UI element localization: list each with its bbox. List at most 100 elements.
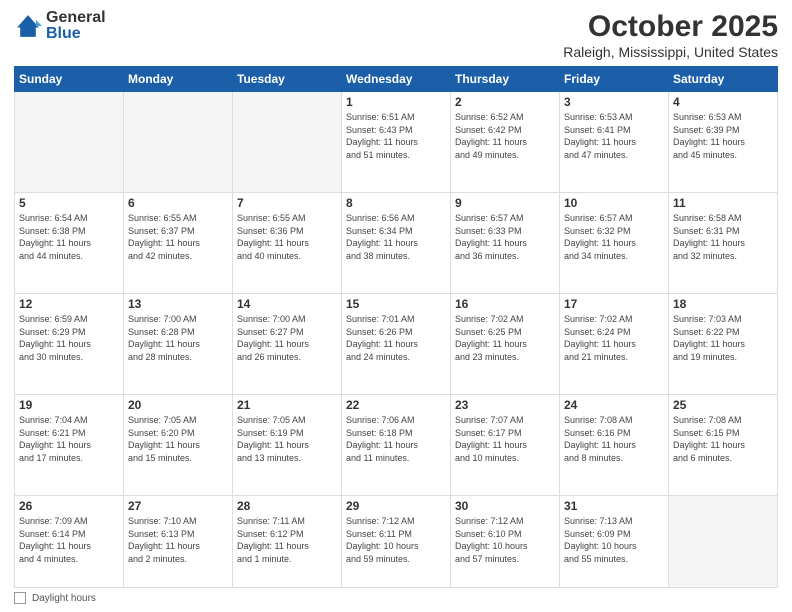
cell-8: 8 Sunrise: 6:56 AMSunset: 6:34 PMDayligh… — [342, 193, 451, 294]
cell-7: 7 Sunrise: 6:55 AMSunset: 6:36 PMDayligh… — [233, 193, 342, 294]
day-num-7: 7 — [237, 196, 337, 210]
day-num-14: 14 — [237, 297, 337, 311]
day-info-21: Sunrise: 7:05 AMSunset: 6:19 PMDaylight:… — [237, 415, 309, 463]
day-info-20: Sunrise: 7:05 AMSunset: 6:20 PMDaylight:… — [128, 415, 200, 463]
cell-17: 17 Sunrise: 7:02 AMSunset: 6:24 PMDaylig… — [560, 294, 669, 395]
day-info-3: Sunrise: 6:53 AMSunset: 6:41 PMDaylight:… — [564, 112, 636, 160]
day-info-5: Sunrise: 6:54 AMSunset: 6:38 PMDaylight:… — [19, 213, 91, 261]
day-num-2: 2 — [455, 95, 555, 109]
cell-empty-2 — [124, 92, 233, 193]
day-info-11: Sunrise: 6:58 AMSunset: 6:31 PMDaylight:… — [673, 213, 745, 261]
cell-5: 5 Sunrise: 6:54 AMSunset: 6:38 PMDayligh… — [15, 193, 124, 294]
cell-29: 29 Sunrise: 7:12 AMSunset: 6:11 PMDaylig… — [342, 496, 451, 588]
day-num-15: 15 — [346, 297, 446, 311]
cell-22: 22 Sunrise: 7:06 AMSunset: 6:18 PMDaylig… — [342, 395, 451, 496]
day-num-13: 13 — [128, 297, 228, 311]
day-num-28: 28 — [237, 499, 337, 513]
cell-18: 18 Sunrise: 7:03 AMSunset: 6:22 PMDaylig… — [669, 294, 778, 395]
day-info-15: Sunrise: 7:01 AMSunset: 6:26 PMDaylight:… — [346, 314, 418, 362]
cell-6: 6 Sunrise: 6:55 AMSunset: 6:37 PMDayligh… — [124, 193, 233, 294]
cell-10: 10 Sunrise: 6:57 AMSunset: 6:32 PMDaylig… — [560, 193, 669, 294]
day-num-24: 24 — [564, 398, 664, 412]
location: Raleigh, Mississippi, United States — [563, 44, 778, 60]
footer-label: Daylight hours — [32, 593, 96, 604]
cell-31: 31 Sunrise: 7:13 AMSunset: 6:09 PMDaylig… — [560, 496, 669, 588]
cell-19: 19 Sunrise: 7:04 AMSunset: 6:21 PMDaylig… — [15, 395, 124, 496]
day-num-17: 17 — [564, 297, 664, 311]
cell-14: 14 Sunrise: 7:00 AMSunset: 6:27 PMDaylig… — [233, 294, 342, 395]
day-num-19: 19 — [19, 398, 119, 412]
header: General Blue October 2025 Raleigh, Missi… — [14, 10, 778, 60]
cell-empty-3 — [233, 92, 342, 193]
cell-23: 23 Sunrise: 7:07 AMSunset: 6:17 PMDaylig… — [451, 395, 560, 496]
footer-box-icon — [14, 592, 26, 604]
logo-text: General Blue — [46, 10, 106, 42]
cell-empty-1 — [15, 92, 124, 193]
day-num-16: 16 — [455, 297, 555, 311]
day-info-30: Sunrise: 7:12 AMSunset: 6:10 PMDaylight:… — [455, 516, 528, 564]
cell-1: 1 Sunrise: 6:51 AMSunset: 6:43 PMDayligh… — [342, 92, 451, 193]
day-num-29: 29 — [346, 499, 446, 513]
day-info-25: Sunrise: 7:08 AMSunset: 6:15 PMDaylight:… — [673, 415, 745, 463]
logo-icon — [14, 12, 42, 40]
col-saturday: Saturday — [669, 67, 778, 92]
cell-30: 30 Sunrise: 7:12 AMSunset: 6:10 PMDaylig… — [451, 496, 560, 588]
cell-27: 27 Sunrise: 7:10 AMSunset: 6:13 PMDaylig… — [124, 496, 233, 588]
day-info-7: Sunrise: 6:55 AMSunset: 6:36 PMDaylight:… — [237, 213, 309, 261]
cell-12: 12 Sunrise: 6:59 AMSunset: 6:29 PMDaylig… — [15, 294, 124, 395]
day-num-3: 3 — [564, 95, 664, 109]
day-info-12: Sunrise: 6:59 AMSunset: 6:29 PMDaylight:… — [19, 314, 91, 362]
day-num-27: 27 — [128, 499, 228, 513]
cell-21: 21 Sunrise: 7:05 AMSunset: 6:19 PMDaylig… — [233, 395, 342, 496]
day-info-28: Sunrise: 7:11 AMSunset: 6:12 PMDaylight:… — [237, 516, 309, 564]
day-num-25: 25 — [673, 398, 773, 412]
day-info-29: Sunrise: 7:12 AMSunset: 6:11 PMDaylight:… — [346, 516, 419, 564]
day-num-6: 6 — [128, 196, 228, 210]
day-num-4: 4 — [673, 95, 773, 109]
cell-20: 20 Sunrise: 7:05 AMSunset: 6:20 PMDaylig… — [124, 395, 233, 496]
day-num-21: 21 — [237, 398, 337, 412]
logo: General Blue — [14, 10, 106, 42]
day-info-17: Sunrise: 7:02 AMSunset: 6:24 PMDaylight:… — [564, 314, 636, 362]
col-tuesday: Tuesday — [233, 67, 342, 92]
week-row-4: 19 Sunrise: 7:04 AMSunset: 6:21 PMDaylig… — [15, 395, 778, 496]
cell-15: 15 Sunrise: 7:01 AMSunset: 6:26 PMDaylig… — [342, 294, 451, 395]
day-info-18: Sunrise: 7:03 AMSunset: 6:22 PMDaylight:… — [673, 314, 745, 362]
day-info-24: Sunrise: 7:08 AMSunset: 6:16 PMDaylight:… — [564, 415, 636, 463]
day-info-10: Sunrise: 6:57 AMSunset: 6:32 PMDaylight:… — [564, 213, 636, 261]
calendar-table: Sunday Monday Tuesday Wednesday Thursday… — [14, 66, 778, 588]
day-num-1: 1 — [346, 95, 446, 109]
day-info-22: Sunrise: 7:06 AMSunset: 6:18 PMDaylight:… — [346, 415, 418, 463]
day-info-19: Sunrise: 7:04 AMSunset: 6:21 PMDaylight:… — [19, 415, 91, 463]
day-num-22: 22 — [346, 398, 446, 412]
day-num-30: 30 — [455, 499, 555, 513]
cell-16: 16 Sunrise: 7:02 AMSunset: 6:25 PMDaylig… — [451, 294, 560, 395]
col-thursday: Thursday — [451, 67, 560, 92]
col-monday: Monday — [124, 67, 233, 92]
title-block: October 2025 Raleigh, Mississippi, Unite… — [563, 10, 778, 60]
day-info-31: Sunrise: 7:13 AMSunset: 6:09 PMDaylight:… — [564, 516, 637, 564]
day-info-6: Sunrise: 6:55 AMSunset: 6:37 PMDaylight:… — [128, 213, 200, 261]
footer: Daylight hours — [14, 592, 778, 604]
cell-24: 24 Sunrise: 7:08 AMSunset: 6:16 PMDaylig… — [560, 395, 669, 496]
cell-11: 11 Sunrise: 6:58 AMSunset: 6:31 PMDaylig… — [669, 193, 778, 294]
day-info-23: Sunrise: 7:07 AMSunset: 6:17 PMDaylight:… — [455, 415, 527, 463]
day-num-9: 9 — [455, 196, 555, 210]
day-info-1: Sunrise: 6:51 AMSunset: 6:43 PMDaylight:… — [346, 112, 418, 160]
day-num-11: 11 — [673, 196, 773, 210]
day-num-10: 10 — [564, 196, 664, 210]
day-num-18: 18 — [673, 297, 773, 311]
cell-3: 3 Sunrise: 6:53 AMSunset: 6:41 PMDayligh… — [560, 92, 669, 193]
cell-2: 2 Sunrise: 6:52 AMSunset: 6:42 PMDayligh… — [451, 92, 560, 193]
day-info-8: Sunrise: 6:56 AMSunset: 6:34 PMDaylight:… — [346, 213, 418, 261]
week-row-5: 26 Sunrise: 7:09 AMSunset: 6:14 PMDaylig… — [15, 496, 778, 588]
day-num-26: 26 — [19, 499, 119, 513]
month-title: October 2025 — [563, 10, 778, 44]
cell-25: 25 Sunrise: 7:08 AMSunset: 6:15 PMDaylig… — [669, 395, 778, 496]
day-num-8: 8 — [346, 196, 446, 210]
cell-4: 4 Sunrise: 6:53 AMSunset: 6:39 PMDayligh… — [669, 92, 778, 193]
logo-general-text: General — [46, 10, 106, 26]
cell-28: 28 Sunrise: 7:11 AMSunset: 6:12 PMDaylig… — [233, 496, 342, 588]
day-info-2: Sunrise: 6:52 AMSunset: 6:42 PMDaylight:… — [455, 112, 527, 160]
day-info-26: Sunrise: 7:09 AMSunset: 6:14 PMDaylight:… — [19, 516, 91, 564]
